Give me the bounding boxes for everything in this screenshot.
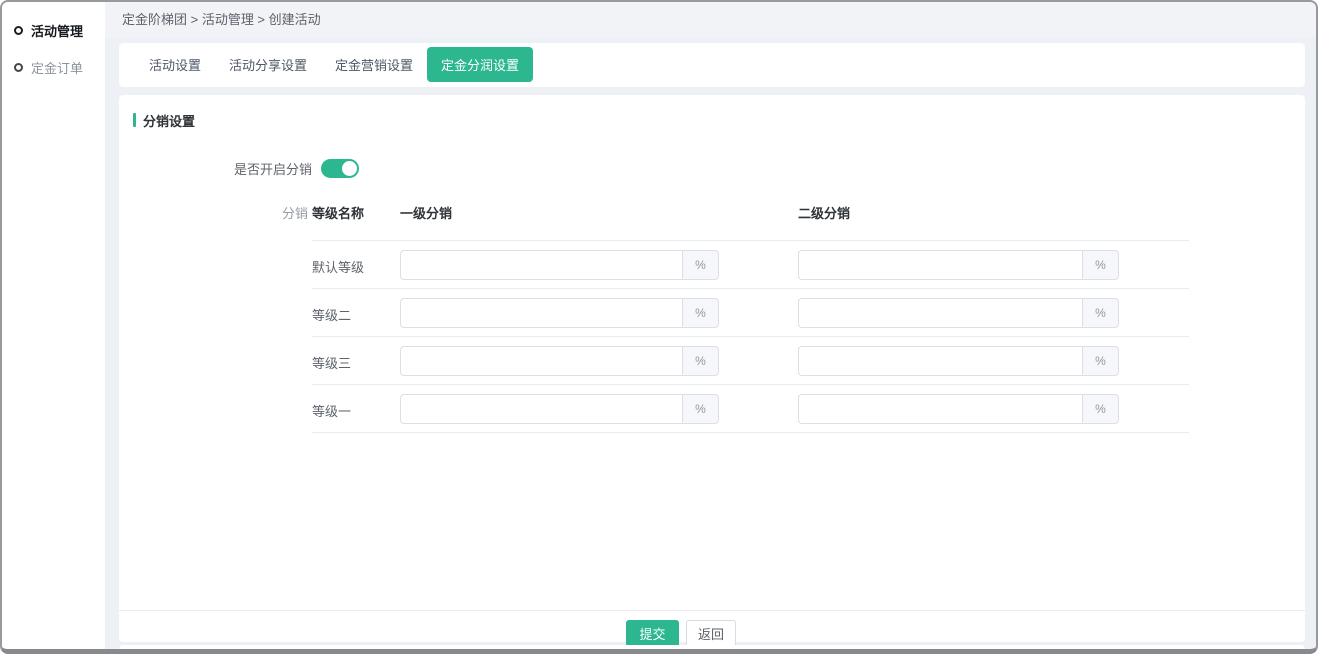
toggle-knob [342, 161, 357, 176]
percent-unit: % [1082, 346, 1119, 376]
level1-percent-input[interactable] [400, 250, 682, 280]
tab-deposit-marketing-settings[interactable]: 定金营销设置 [321, 47, 427, 82]
field-label: 分销 [282, 203, 308, 222]
footer-divider [119, 610, 1305, 611]
level2-percent-input[interactable] [798, 394, 1082, 424]
section-header: 分销设置 [133, 111, 195, 130]
level2-input-group: % [798, 298, 1119, 328]
percent-unit: % [682, 346, 719, 376]
level-name: 默认等级 [312, 257, 364, 276]
breadcrumb: 定金阶梯团 > 活动管理 > 创建活动 [105, 2, 1316, 38]
table-bottom-divider [312, 432, 1189, 433]
level1-input-group: % [400, 346, 719, 376]
level2-input-group: % [798, 394, 1119, 424]
percent-unit: % [682, 298, 719, 328]
percent-unit: % [682, 394, 719, 424]
tab-activity-share-settings[interactable]: 活动分享设置 [215, 47, 321, 82]
column-header-level-name: 等级名称 [312, 203, 364, 222]
level1-input-group: % [400, 250, 719, 280]
level2-input-group: % [798, 346, 1119, 376]
level2-input-group: % [798, 250, 1119, 280]
percent-unit: % [1082, 250, 1119, 280]
tab-deposit-profit-settings[interactable]: 定金分润设置 [427, 47, 533, 82]
tab-bar: 活动设置 活动分享设置 定金营销设置 定金分润设置 [119, 43, 1305, 87]
level-name: 等级三 [312, 353, 351, 372]
back-button[interactable]: 返回 [686, 620, 736, 647]
row-divider [312, 288, 1189, 289]
column-header-level1: 一级分销 [400, 203, 452, 222]
level1-percent-input[interactable] [400, 394, 682, 424]
toggle-label: 是否开启分销 [119, 159, 312, 178]
table-row: 等级一 % % [119, 384, 1305, 432]
level1-input-group: % [400, 394, 719, 424]
level2-percent-input[interactable] [798, 250, 1082, 280]
row-divider [312, 240, 1189, 241]
level1-percent-input[interactable] [400, 298, 682, 328]
level2-percent-input[interactable] [798, 346, 1082, 376]
distribution-settings-panel: 分销设置 是否开启分销 分销 等级名称 一级分销 二级分销 默认等级 [119, 95, 1305, 642]
tab-activity-settings[interactable]: 活动设置 [135, 47, 215, 82]
sidebar: 活动管理 定金订单 [2, 2, 105, 649]
app-window: 活动管理 定金订单 定金阶梯团 > 活动管理 > 创建活动 活动设置 活动分享设… [0, 0, 1318, 654]
sidebar-item-activity-management[interactable]: 活动管理 [2, 12, 105, 49]
sidebar-item-label: 活动管理 [31, 21, 83, 40]
circle-icon [14, 26, 23, 35]
row-divider [312, 384, 1189, 385]
section-accent-bar [133, 113, 136, 127]
table-row: 等级二 % % [119, 288, 1305, 336]
peek-section-header: 基本信息 [244, 647, 305, 649]
column-header-level2: 二级分销 [798, 203, 850, 222]
table-row: 等级三 % % [119, 336, 1305, 384]
peek-section-title: 基本信息 [253, 647, 305, 649]
sidebar-item-deposit-orders[interactable]: 定金订单 [2, 49, 105, 86]
level-name: 等级二 [312, 305, 351, 324]
level2-percent-input[interactable] [798, 298, 1082, 328]
table-header-row: 分销 等级名称 一级分销 二级分销 [119, 199, 1305, 227]
level1-input-group: % [400, 298, 719, 328]
percent-unit: % [1082, 394, 1119, 424]
enable-distribution-toggle[interactable] [321, 159, 359, 178]
submit-button[interactable]: 提交 [626, 620, 679, 647]
enable-distribution-row: 是否开启分销 [119, 159, 359, 179]
section-title: 分销设置 [143, 111, 195, 130]
circle-icon [14, 63, 23, 72]
main-area: 定金阶梯团 > 活动管理 > 创建活动 活动设置 活动分享设置 定金营销设置 定… [105, 2, 1316, 649]
percent-unit: % [1082, 298, 1119, 328]
sidebar-item-label: 定金订单 [31, 58, 83, 77]
level1-percent-input[interactable] [400, 346, 682, 376]
table-row: 默认等级 % % [119, 240, 1305, 288]
level-name: 等级一 [312, 401, 351, 420]
next-section-peek: 基本信息 [119, 645, 1305, 649]
row-divider [312, 336, 1189, 337]
percent-unit: % [682, 250, 719, 280]
